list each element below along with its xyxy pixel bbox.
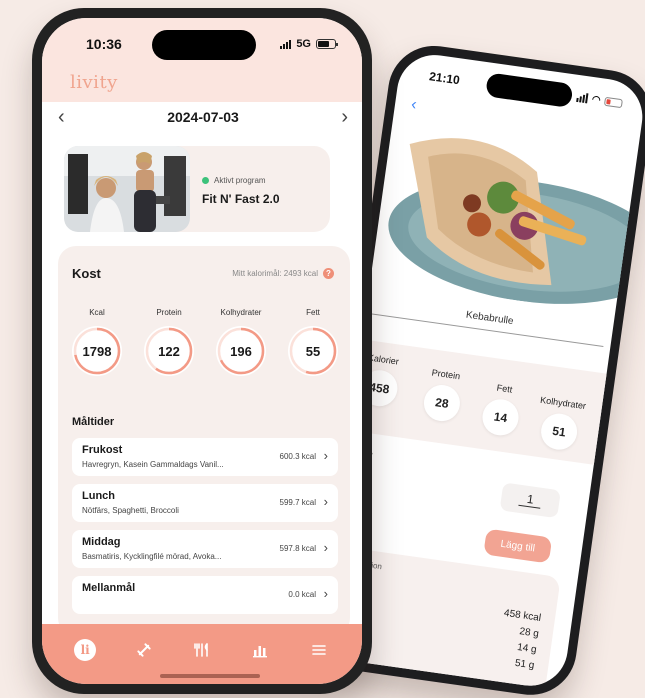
tab-home[interactable]: li xyxy=(72,637,98,663)
menu-icon xyxy=(311,645,326,655)
nutrition-card: Kost Mitt kalorimål: 2493 kcal ? Kcal 17… xyxy=(58,246,350,636)
home-indicator xyxy=(160,674,260,678)
meal-description: Havregryn, Kasein Gammaldags Vanil... xyxy=(82,460,224,469)
ring-fat: Fett 55 xyxy=(282,308,344,376)
app-logo: livity xyxy=(70,72,118,93)
ring-label: Protein xyxy=(156,308,182,317)
meal-name: Lunch xyxy=(82,490,115,502)
progress-ring: 122 xyxy=(144,326,194,376)
meal-kcal: 597.8 kcal xyxy=(279,544,316,553)
meal-description: Basmatiris, Kycklingfilé mörad, Avoka... xyxy=(82,552,222,561)
nutrition-values: 458 kcal 28 g 14 g 51 g xyxy=(496,606,542,675)
program-image xyxy=(64,146,190,232)
progress-ring: 55 xyxy=(288,326,338,376)
ring-label: Kcal xyxy=(89,308,105,317)
ring-label: Fett xyxy=(306,308,320,317)
program-status: Aktivt program xyxy=(202,176,266,185)
macro-summary: Kalorier 458 Protein 28 Fett 14 Kolhydra… xyxy=(339,337,620,467)
quantity-input[interactable]: 1 xyxy=(499,482,561,519)
status-icons: ◠ xyxy=(576,91,624,108)
status-time: 21:10 xyxy=(428,69,461,88)
date-navigator: ‹ 2024-07-03 › xyxy=(42,102,362,132)
chevron-right-icon: › xyxy=(323,448,328,463)
meal-name: Middag xyxy=(82,536,121,548)
macro-label: Fett xyxy=(496,382,513,395)
dumbbell-icon xyxy=(136,643,151,657)
meal-item-middag[interactable]: Middag Basmatiris, Kycklingfilé mörad, A… xyxy=(72,530,338,568)
progress-ring: 196 xyxy=(216,326,266,376)
macro-label: Kolhydrater xyxy=(539,394,587,412)
tab-food[interactable] xyxy=(189,637,215,663)
meals-title: Måltider xyxy=(72,416,115,428)
ring-protein: Protein 122 xyxy=(138,308,200,376)
ring-value: 122 xyxy=(158,343,180,359)
tab-stats[interactable] xyxy=(247,637,273,663)
status-bar: 10:36 5G xyxy=(42,32,362,56)
program-name: Fit N' Fast 2.0 xyxy=(202,192,280,206)
tab-workout[interactable] xyxy=(131,637,157,663)
help-icon[interactable]: ? xyxy=(323,268,334,279)
network-label: 5G xyxy=(296,38,311,50)
status-icons: 5G xyxy=(280,38,338,50)
kost-title: Kost xyxy=(72,266,101,281)
chevron-right-icon: › xyxy=(323,494,328,509)
home-logo-icon: li xyxy=(74,639,97,661)
add-button[interactable]: Lägg till xyxy=(483,528,553,564)
previous-day-button[interactable]: ‹ xyxy=(58,107,65,127)
meal-item-lunch[interactable]: Lunch Nötfärs, Spaghetti, Broccoli 599.7… xyxy=(72,484,338,522)
front-phone: 10:36 5G livity ‹ 2024-07-03 › Aktivt pr… xyxy=(32,8,372,694)
meal-name: Mellanmål xyxy=(82,582,136,594)
macro-protein: Protein 28 xyxy=(410,365,477,425)
chevron-right-icon: › xyxy=(323,540,328,555)
meal-item-frukost[interactable]: Frukost Havregryn, Kasein Gammaldags Van… xyxy=(72,438,338,476)
meal-name: Frukost xyxy=(82,444,123,456)
chevron-right-icon: › xyxy=(341,106,348,128)
active-status-dot-icon xyxy=(202,177,209,184)
tab-menu[interactable] xyxy=(306,637,332,663)
signal-icon xyxy=(576,92,589,104)
current-date: 2024-07-03 xyxy=(167,109,239,125)
battery-icon xyxy=(316,39,338,49)
battery-icon xyxy=(603,96,624,108)
meal-kcal: 599.7 kcal xyxy=(279,498,316,507)
bar-chart-icon xyxy=(253,646,268,658)
ring-carbs: Kolhydrater 196 xyxy=(210,308,272,376)
active-program-card[interactable]: Aktivt program Fit N' Fast 2.0 xyxy=(64,146,330,232)
ring-value: 55 xyxy=(305,343,321,359)
ring-kcal: Kcal 1798 xyxy=(66,308,128,376)
macro-value: 28 xyxy=(421,382,463,424)
signal-icon xyxy=(280,39,292,49)
meal-item-mellanmal[interactable]: Mellanmål 0.0 kcal › xyxy=(72,576,338,614)
macro-carbs: Kolhydrater 51 xyxy=(527,394,594,454)
progress-ring: 1798 xyxy=(72,326,122,376)
status-time: 10:36 xyxy=(86,36,122,52)
meal-description: Nötfärs, Spaghetti, Broccoli xyxy=(82,506,179,515)
macro-value: 51 xyxy=(538,411,580,452)
calorie-goal: Mitt kalorimål: 2493 kcal ? xyxy=(232,268,334,279)
ring-value: 196 xyxy=(230,343,252,359)
ring-label: Kolhydrater xyxy=(220,308,262,317)
food-image xyxy=(351,109,645,319)
front-phone-screen: 10:36 5G livity ‹ 2024-07-03 › Aktivt pr… xyxy=(42,18,362,684)
meal-kcal: 0.0 kcal xyxy=(288,590,316,599)
macro-fat: Fett 14 xyxy=(468,380,535,440)
calorie-goal-text: Mitt kalorimål: 2493 kcal xyxy=(232,269,318,278)
macro-label: Protein xyxy=(431,367,461,382)
meal-kcal: 600.3 kcal xyxy=(279,452,316,461)
quantity-value: 1 xyxy=(518,490,543,509)
cutlery-icon xyxy=(194,643,208,657)
chevron-left-icon: ‹ xyxy=(58,106,65,128)
program-status-label: Aktivt program xyxy=(214,176,266,185)
next-day-button[interactable]: › xyxy=(341,107,348,127)
chevron-right-icon: › xyxy=(323,586,328,601)
ring-value: 1798 xyxy=(82,343,112,359)
chevron-left-icon: ‹ xyxy=(410,95,418,114)
wifi-icon: ◠ xyxy=(591,93,602,106)
macro-value: 14 xyxy=(480,397,521,438)
